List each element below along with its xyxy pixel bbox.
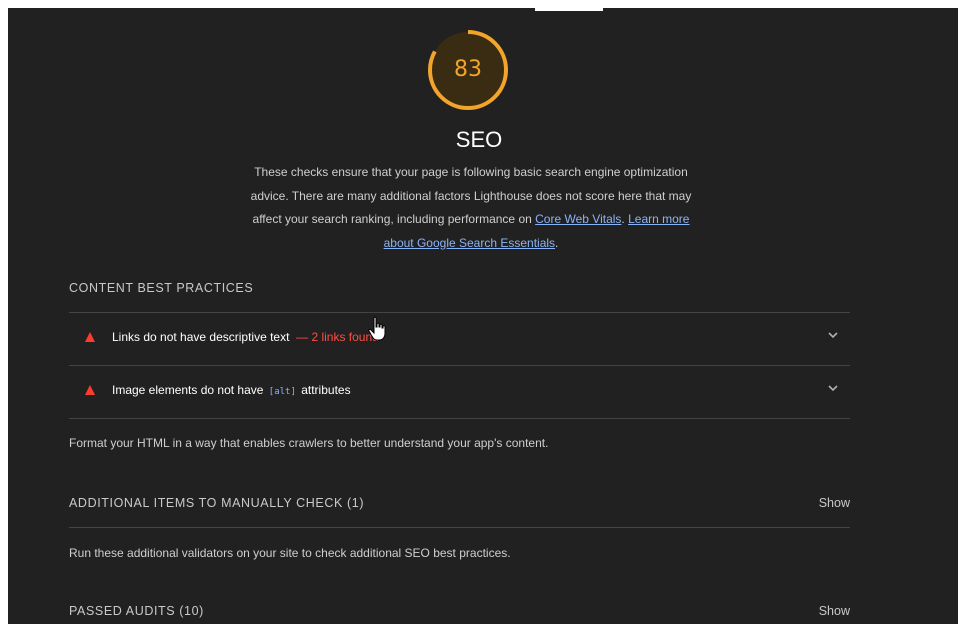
score-value: 83 <box>454 57 482 82</box>
hand-pointer-cursor-icon <box>368 316 386 341</box>
content-best-practices-title: CONTENT BEST PRACTICES <box>69 281 254 295</box>
top-highlight-bar <box>535 8 603 11</box>
category-description: These checks ensure that your page is fo… <box>237 161 705 255</box>
score-gauge[interactable]: 83 <box>426 28 510 112</box>
content-best-practices-header: CONTENT BEST PRACTICES <box>69 281 850 295</box>
link-separator: . <box>621 212 625 226</box>
manual-checks-title: ADDITIONAL ITEMS TO MANUALLY CHECK (1) <box>69 496 365 510</box>
warning-triangle-icon <box>85 385 95 395</box>
category-description-text: These checks ensure that your page is fo… <box>250 165 692 226</box>
chevron-down-icon[interactable] <box>826 381 840 395</box>
passed-audits-title: PASSED AUDITS (10) <box>69 604 204 618</box>
manual-checks-description: Run these additional validators on your … <box>69 546 511 560</box>
manual-checks-show-toggle[interactable]: Show <box>819 496 850 510</box>
audit-label: Links do not have descriptive text — 2 l… <box>112 330 379 344</box>
passed-audits-show-toggle[interactable]: Show <box>819 604 850 618</box>
audit-row-link-text[interactable]: Links do not have descriptive text — 2 l… <box>69 313 850 365</box>
manual-checks-header[interactable]: ADDITIONAL ITEMS TO MANUALLY CHECK (1) S… <box>69 496 850 510</box>
alt-code: [alt] <box>268 387 296 397</box>
content-best-practices-description: Format your HTML in a way that enables c… <box>69 436 549 450</box>
audit-row-image-alt[interactable]: Image elements do not have [alt] attribu… <box>69 366 850 418</box>
chevron-down-icon[interactable] <box>826 328 840 342</box>
audit-title-end: attributes <box>301 383 351 397</box>
audit-title: Links do not have descriptive text <box>112 330 290 344</box>
category-title: SEO <box>455 127 503 152</box>
link-end: . <box>555 235 559 250</box>
divider <box>69 527 850 528</box>
passed-audits-header[interactable]: PASSED AUDITS (10) Show <box>69 604 850 618</box>
warning-triangle-icon <box>85 332 95 342</box>
audit-title: Image elements do not have <box>112 383 264 397</box>
core-web-vitals-link[interactable]: Core Web Vitals <box>535 212 621 226</box>
divider <box>69 418 850 419</box>
audit-label: Image elements do not have [alt] attribu… <box>112 383 351 397</box>
